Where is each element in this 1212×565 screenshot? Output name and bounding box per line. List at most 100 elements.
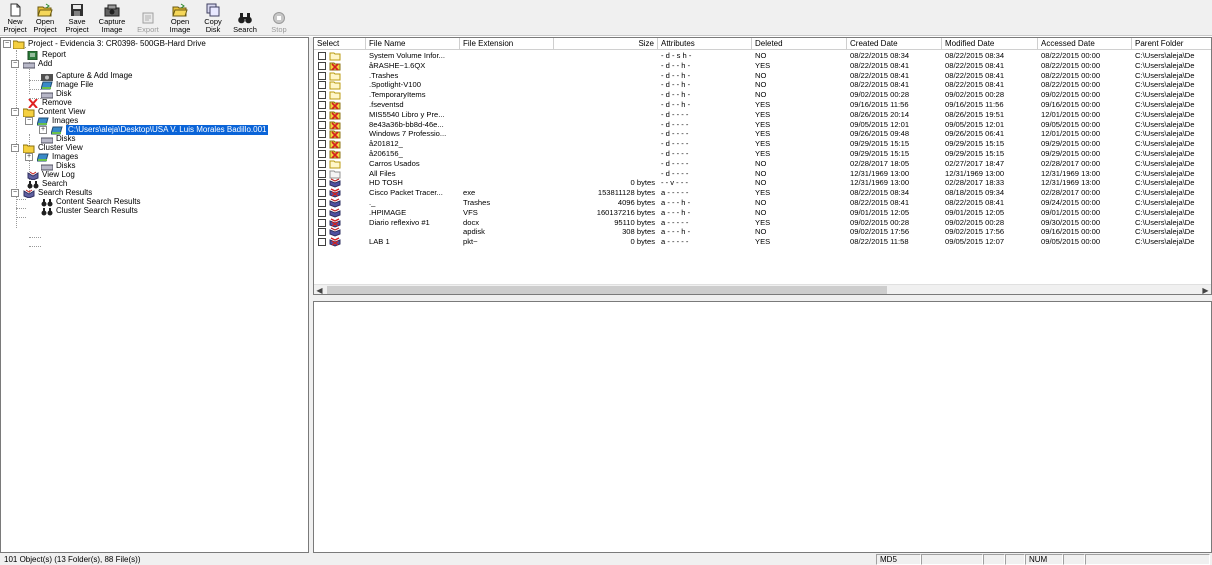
select-checkbox[interactable] [318, 140, 326, 149]
stop-button[interactable]: Stop [266, 2, 292, 34]
folder-deleted-icon [329, 100, 341, 110]
tree-cluster-search-results-node[interactable]: Cluster Search Results [41, 206, 138, 216]
cell-parent: C:\Users\aleja\De [1135, 207, 1195, 217]
table-row[interactable]: HD TOSH 0 bytes - - v - - - NO 12/31/1969 13… [314, 178, 1211, 188]
column-header-accessed-date[interactable]: Accessed Date [1038, 38, 1132, 50]
cell-accessed: 12/01/2015 00:00 [1041, 129, 1101, 139]
cell-name: System Volume Infor... [369, 51, 445, 60]
collapse-icon[interactable]: − [11, 144, 19, 152]
cell-modified: 09/16/2015 11:56 [945, 100, 1004, 109]
table-row[interactable]: Carros Usados - d - - - - NO 02/28/2017 18:… [314, 159, 1211, 169]
horizontal-scrollbar[interactable]: ◀ ▶ [314, 284, 1211, 294]
tree-add-node[interactable]: − Add [11, 59, 52, 69]
table-row[interactable]: Diario reflexivo #1 docx 95110 bytes a - - … [314, 218, 1211, 228]
select-checkbox[interactable] [318, 101, 326, 109]
table-row[interactable]: Windows 7 Professio... - d - - - - YES 09/2… [314, 129, 1211, 139]
table-row[interactable]: System Volume Infor... - d - s h - NO 08/22… [314, 51, 1211, 61]
select-checkbox[interactable] [318, 150, 326, 158]
scroll-right-arrow-icon[interactable]: ▶ [1200, 285, 1211, 294]
collapse-icon[interactable]: − [3, 40, 11, 48]
select-checkbox[interactable] [318, 110, 326, 119]
column-header-parent-folder[interactable]: Parent Folder [1132, 38, 1211, 50]
table-row[interactable]: Cisco Packet Tracer... exe 153811128 bytes… [314, 188, 1211, 198]
open-image-button[interactable]: Open Image [166, 2, 194, 34]
select-checkbox[interactable] [318, 159, 326, 168]
open-project-button[interactable]: Open Project [30, 2, 60, 34]
expand-icon[interactable]: + [39, 126, 47, 134]
file-icon [329, 178, 341, 188]
tree-project-node[interactable]: − Project - Evidencia 3: CR0398- 500GB-H… [3, 39, 206, 49]
scroll-left-arrow-icon[interactable]: ◀ [314, 285, 325, 294]
folder-icon [329, 90, 341, 100]
select-checkbox[interactable] [318, 120, 326, 129]
tree-project-label: Project - Evidencia 3: CR0398- 500GB-Har… [28, 39, 206, 48]
table-row[interactable]: å201812_ - d - - - - YES 09/29/2015 15:15 09… [314, 139, 1211, 149]
cell-attr: - d - - - - [661, 139, 689, 149]
cell-name: åRASHE~1.6QX [369, 60, 426, 70]
cell-name: MIS5540 Libro y Pre... [369, 109, 445, 119]
collapse-icon[interactable]: − [11, 189, 19, 197]
scrollbar-thumb[interactable] [327, 286, 887, 294]
table-row[interactable]: .TemporaryItems - d - - h - NO 09/02/2015 0… [314, 90, 1211, 100]
preview-pane[interactable] [313, 301, 1212, 553]
cell-ext [460, 178, 554, 188]
select-checkbox[interactable] [318, 189, 326, 198]
cell-size [554, 110, 658, 120]
select-checkbox[interactable] [318, 218, 326, 227]
column-header-file-name[interactable]: File Name [366, 38, 460, 50]
select-checkbox[interactable] [318, 179, 326, 188]
table-row[interactable]: .HPIMAGE VFS 160137216 bytes a - - - h - NO 0… [314, 208, 1211, 218]
select-checkbox[interactable] [318, 238, 326, 247]
cell-size: 95110 bytes [614, 217, 655, 227]
cell-ext: pkt~ [463, 237, 478, 247]
column-header-created-date[interactable]: Created Date [847, 38, 942, 50]
table-row[interactable]: 8e43a36b-bb8d-46e... - d - - - - YES 09/05/… [314, 120, 1211, 130]
column-header-select[interactable]: Select [314, 38, 366, 50]
cell-accessed: 08/22/2015 00:00 [1041, 70, 1101, 80]
search-button[interactable]: Search [229, 2, 261, 34]
column-header-deleted[interactable]: Deleted [752, 38, 847, 50]
save-project-button[interactable]: Save Project [62, 2, 92, 34]
cell-name: .TemporaryItems [369, 90, 426, 100]
select-checkbox[interactable] [318, 208, 326, 217]
capture-image-button[interactable]: Capture Image [95, 2, 129, 34]
table-row[interactable]: ._ Trashes 4096 bytes a - - - h - NO 08/22/20… [314, 198, 1211, 208]
select-checkbox[interactable] [318, 91, 326, 100]
new-project-button[interactable]: New Project [2, 2, 28, 34]
select-checkbox[interactable] [318, 71, 326, 80]
collapse-icon[interactable]: − [11, 60, 19, 68]
save-project-label: Save Project [65, 17, 89, 34]
table-row[interactable]: All Files - d - - - - NO 12/31/1969 13:00 12… [314, 169, 1211, 179]
project-tree[interactable]: − Project - Evidencia 3: CR0398- 500GB-H… [0, 37, 309, 553]
table-row[interactable]: .fseventsd - d - - h - YES 09/16/2015 11:56… [314, 100, 1211, 110]
expand-icon[interactable]: + [25, 153, 33, 161]
column-header-modified-date[interactable]: Modified Date [942, 38, 1038, 50]
cell-deleted: YES [755, 237, 771, 247]
new-project-icon [10, 3, 21, 17]
export-button[interactable]: Export [134, 2, 162, 34]
cell-ext: docx [463, 217, 480, 227]
select-checkbox[interactable] [318, 228, 326, 237]
column-header-attributes[interactable]: Attributes [658, 38, 752, 50]
collapse-icon[interactable]: − [11, 108, 19, 116]
collapse-icon[interactable]: − [25, 117, 33, 125]
cell-ext [460, 120, 554, 130]
select-checkbox[interactable] [318, 169, 326, 178]
table-row[interactable]: åRASHE~1.6QX - d - - h - YES 08/22/2015 08:… [314, 61, 1211, 71]
table-row[interactable]: å206156_ - d - - - - YES 09/29/2015 15:15 09… [314, 149, 1211, 159]
table-row[interactable]: .Spotlight-V100 - d - - h - NO 08/22/2015 0… [314, 80, 1211, 90]
file-list[interactable]: Select File Name File Extension Size Att… [313, 37, 1212, 295]
select-checkbox[interactable] [318, 52, 326, 60]
table-row[interactable]: LAB 1 pkt~ 0 bytes a - - - - - YES 08/22/2015… [314, 237, 1211, 247]
cell-ext: Trashes [463, 198, 491, 207]
select-checkbox[interactable] [318, 81, 326, 90]
copy-disk-button[interactable]: Copy Disk [198, 2, 228, 34]
table-row[interactable]: .Trashes - d - - h - NO 08/22/2015 08:41 08/… [314, 71, 1211, 81]
table-row[interactable]: apdisk 308 bytes a - - - h - NO 09/02/2015 1… [314, 227, 1211, 237]
column-header-size[interactable]: Size [554, 38, 658, 50]
column-header-file-extension[interactable]: File Extension [460, 38, 554, 50]
select-checkbox[interactable] [318, 61, 326, 70]
select-checkbox[interactable] [318, 130, 326, 139]
table-row[interactable]: MIS5540 Libro y Pre... - d - - - - YES 08/2… [314, 110, 1211, 120]
select-checkbox[interactable] [318, 199, 326, 207]
